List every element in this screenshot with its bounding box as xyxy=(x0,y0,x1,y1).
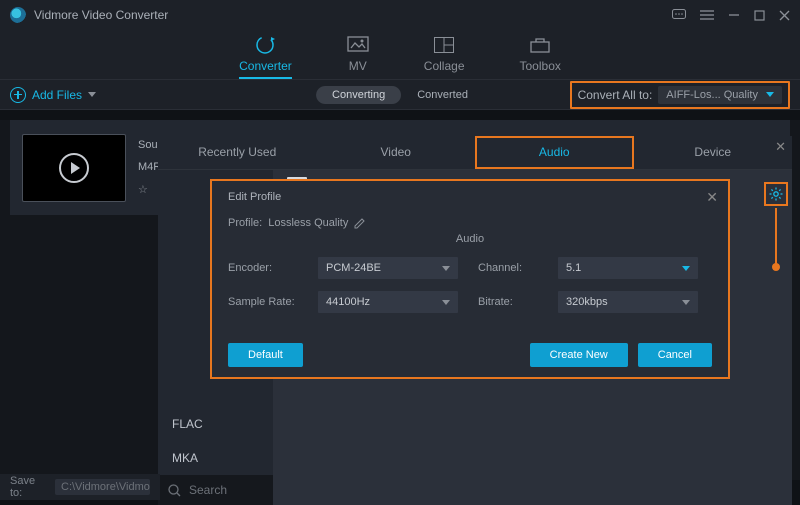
edit-profile-dialog: ✕ Edit Profile Profile: Lossless Quality… xyxy=(210,179,730,379)
maximize-icon[interactable] xyxy=(754,10,765,21)
channel-label: Channel: xyxy=(478,262,538,274)
app-title: Vidmore Video Converter xyxy=(34,8,168,22)
bitrate-label: Bitrate: xyxy=(478,296,538,308)
tab-converter[interactable]: Converter xyxy=(239,34,292,79)
profile-label: Profile: xyxy=(228,217,262,229)
content-area: Sou M4R ☆ ✕ Recently Used Video Audio De… xyxy=(0,120,800,480)
main-tabs: Converter MV Collage Toolbox xyxy=(0,30,800,80)
sample-rate-label: Sample Rate: xyxy=(228,296,298,308)
format-tab-audio[interactable]: Audio xyxy=(475,136,634,169)
chevron-down-icon xyxy=(682,300,690,305)
app-logo-icon xyxy=(10,7,26,23)
cancel-button[interactable]: Cancel xyxy=(638,343,712,367)
chevron-down-icon xyxy=(682,266,690,271)
segment-converting[interactable]: Converting xyxy=(316,86,401,104)
feedback-icon[interactable] xyxy=(672,9,686,21)
tab-collage[interactable]: Collage xyxy=(424,34,465,79)
footer: Save to: C:\Vidmore\Vidmore Vid... xyxy=(0,474,160,500)
format-tab-device[interactable]: Device xyxy=(634,136,793,169)
convert-all-select[interactable]: AIFF-Los... Quality xyxy=(658,86,782,104)
format-item-flac[interactable]: FLAC xyxy=(158,407,273,441)
close-icon[interactable]: ✕ xyxy=(775,139,786,155)
chevron-down-icon xyxy=(88,92,96,97)
mv-icon xyxy=(347,34,369,56)
save-to-label: Save to: xyxy=(10,475,47,499)
audio-section-label: Audio xyxy=(228,233,712,245)
save-path[interactable]: C:\Vidmore\Vidmore Vid... xyxy=(55,479,150,495)
toolbox-icon xyxy=(529,34,551,56)
annotation-connector xyxy=(775,208,777,267)
profile-value: Lossless Quality xyxy=(268,217,348,229)
status-segment: Converting Converted xyxy=(316,86,484,104)
search-icon xyxy=(168,484,181,497)
close-icon[interactable] xyxy=(779,10,790,21)
chevron-down-icon xyxy=(442,300,450,305)
profile-settings-button[interactable] xyxy=(764,182,788,206)
minimize-icon[interactable] xyxy=(728,9,740,21)
chevron-down-icon xyxy=(766,92,774,97)
pencil-icon[interactable] xyxy=(354,217,366,229)
converter-icon xyxy=(254,34,276,56)
titlebar: Vidmore Video Converter xyxy=(0,0,800,30)
create-new-button[interactable]: Create New xyxy=(530,343,628,367)
segment-converted[interactable]: Converted xyxy=(401,86,484,104)
video-thumbnail[interactable] xyxy=(22,134,126,202)
format-search[interactable]: Search xyxy=(158,475,273,505)
toolbar: Add Files Converting Converted Convert A… xyxy=(0,80,800,110)
annotation-dot xyxy=(772,263,780,271)
chevron-down-icon xyxy=(442,266,450,271)
menu-icon[interactable] xyxy=(700,10,714,20)
encoder-label: Encoder: xyxy=(228,262,298,274)
convert-all-to: Convert All to: AIFF-Los... Quality xyxy=(570,81,790,109)
format-tab-recent[interactable]: Recently Used xyxy=(158,136,317,169)
plus-icon xyxy=(10,87,26,103)
play-icon xyxy=(59,153,89,183)
tab-toolbox[interactable]: Toolbox xyxy=(520,34,561,79)
gear-icon xyxy=(769,187,783,201)
tab-mv[interactable]: MV xyxy=(347,34,369,79)
sample-rate-select[interactable]: 44100Hz xyxy=(318,291,458,313)
add-files-button[interactable]: Add Files xyxy=(10,87,96,103)
collage-icon xyxy=(433,34,455,56)
format-item-mka[interactable]: MKA xyxy=(158,441,273,475)
encoder-select[interactable]: PCM-24BE xyxy=(318,257,458,279)
channel-select[interactable]: 5.1 xyxy=(558,257,698,279)
format-tab-video[interactable]: Video xyxy=(317,136,476,169)
dialog-title: Edit Profile xyxy=(228,191,712,203)
bitrate-select[interactable]: 320kbps xyxy=(558,291,698,313)
default-button[interactable]: Default xyxy=(228,343,303,367)
convert-all-label: Convert All to: xyxy=(578,88,653,102)
close-icon[interactable]: ✕ xyxy=(706,189,718,206)
